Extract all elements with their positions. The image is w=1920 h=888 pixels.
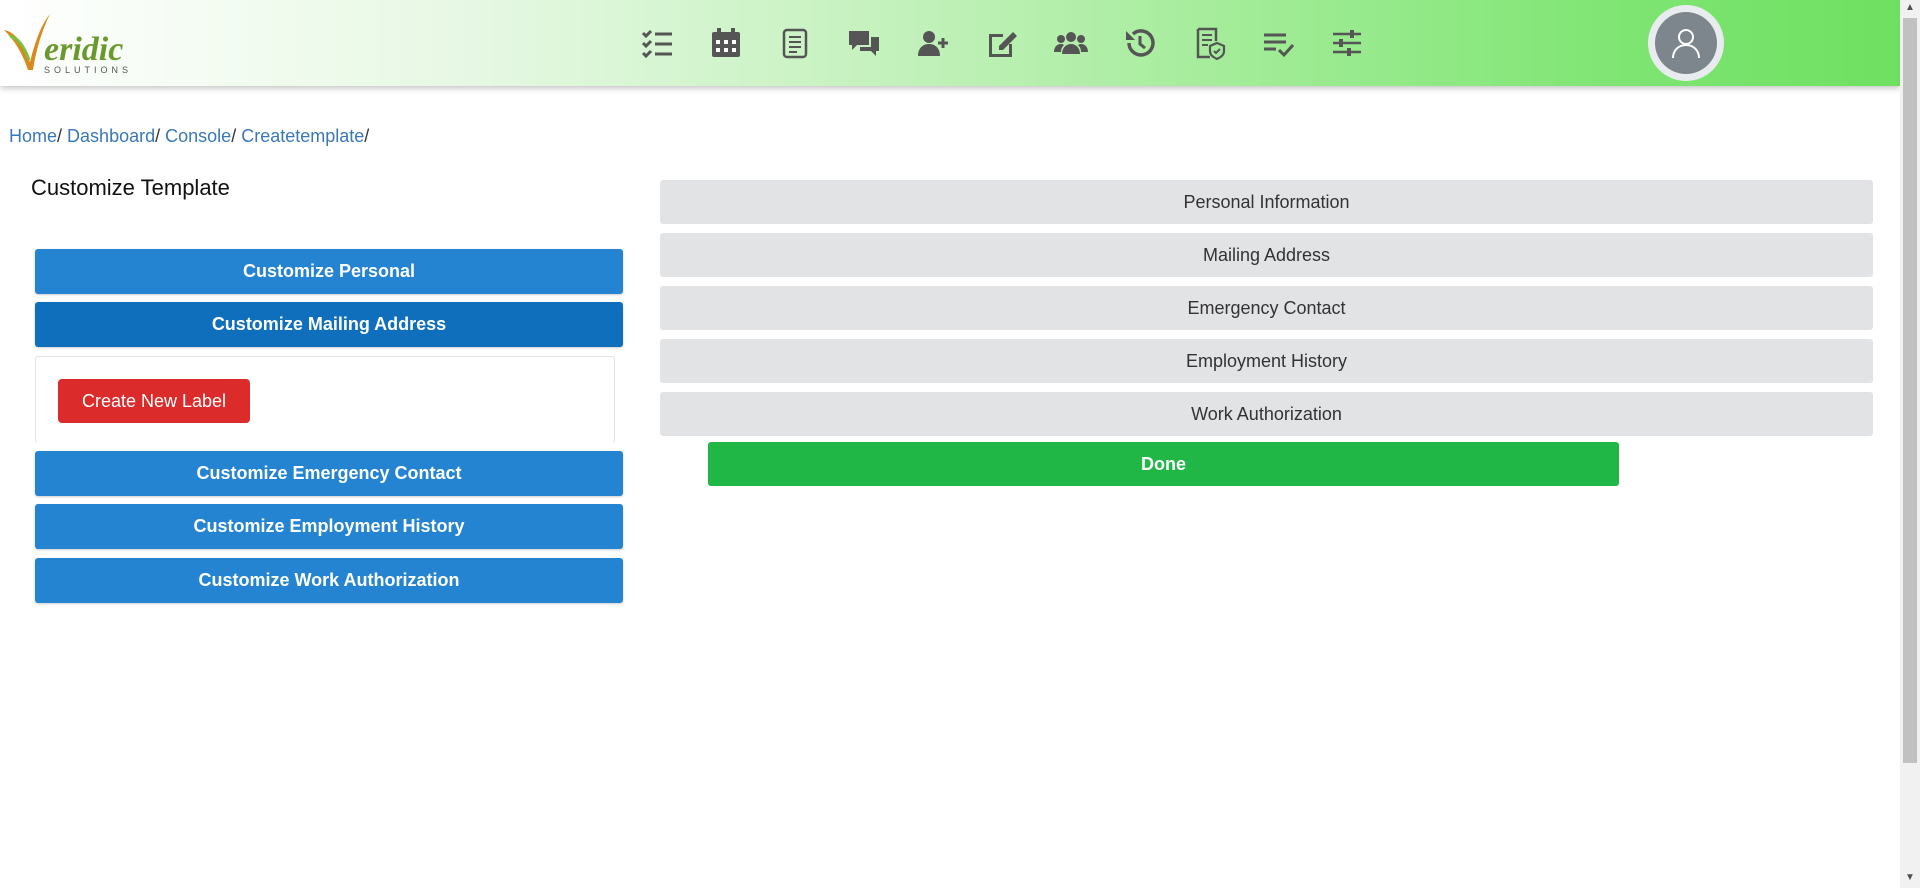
add-user-icon[interactable] xyxy=(898,22,967,64)
user-avatar-icon xyxy=(1655,12,1717,74)
svg-text:eridic: eridic xyxy=(44,31,123,68)
customize-employment-history-button[interactable]: Customize Employment History xyxy=(35,504,623,549)
chat-icon[interactable] xyxy=(829,22,898,64)
customize-work-authorization-button[interactable]: Customize Work Authorization xyxy=(35,558,623,603)
veridic-logo[interactable]: eridic SOLUTIONS xyxy=(0,6,150,78)
breadcrumb-separator: / xyxy=(155,126,161,146)
breadcrumb-home[interactable]: Home xyxy=(9,126,57,146)
customize-personal-button[interactable]: Customize Personal xyxy=(35,249,623,294)
nav-icon-bar xyxy=(622,22,1381,64)
certificate-icon[interactable] xyxy=(1174,22,1243,64)
page-title: Customize Template xyxy=(31,175,230,200)
section-mailing-address[interactable]: Mailing Address xyxy=(660,233,1873,277)
history-icon[interactable] xyxy=(1105,22,1174,64)
create-new-label-button[interactable]: Create New Label xyxy=(58,379,250,423)
tasks-done-icon[interactable] xyxy=(1243,22,1312,64)
user-avatar-button[interactable] xyxy=(1648,5,1724,81)
calendar-icon[interactable] xyxy=(691,22,760,64)
scrollbar-thumb[interactable] xyxy=(1903,18,1917,763)
breadcrumb-console[interactable]: Console xyxy=(165,126,231,146)
edit-icon[interactable] xyxy=(967,22,1036,64)
breadcrumb-separator: / xyxy=(57,126,63,146)
section-personal-information[interactable]: Personal Information xyxy=(660,180,1873,224)
scroll-up-icon[interactable]: ▲ xyxy=(1904,2,1916,14)
breadcrumb-separator: / xyxy=(364,126,370,146)
svg-text:SOLUTIONS: SOLUTIONS xyxy=(44,65,132,75)
section-work-authorization[interactable]: Work Authorization xyxy=(660,392,1873,436)
breadcrumb: Home/ Dashboard/ Console/ Createtemplate… xyxy=(9,126,369,147)
section-emergency-contact[interactable]: Emergency Contact xyxy=(660,286,1873,330)
breadcrumb-dashboard[interactable]: Dashboard xyxy=(67,126,155,146)
customize-mailing-address-button[interactable]: Customize Mailing Address xyxy=(35,302,623,347)
top-navbar: eridic SOLUTIONS xyxy=(0,0,1900,86)
checklist-icon[interactable] xyxy=(622,22,691,64)
settings-sliders-icon[interactable] xyxy=(1312,22,1381,64)
customize-emergency-contact-button[interactable]: Customize Emergency Contact xyxy=(35,451,623,496)
breadcrumb-separator: / xyxy=(231,126,237,146)
document-icon[interactable] xyxy=(760,22,829,64)
scroll-down-icon[interactable]: ▼ xyxy=(1904,872,1916,884)
users-icon[interactable] xyxy=(1036,22,1105,64)
done-button[interactable]: Done xyxy=(708,442,1619,486)
section-employment-history[interactable]: Employment History xyxy=(660,339,1873,383)
breadcrumb-createtemplate[interactable]: Createtemplate xyxy=(241,126,364,146)
